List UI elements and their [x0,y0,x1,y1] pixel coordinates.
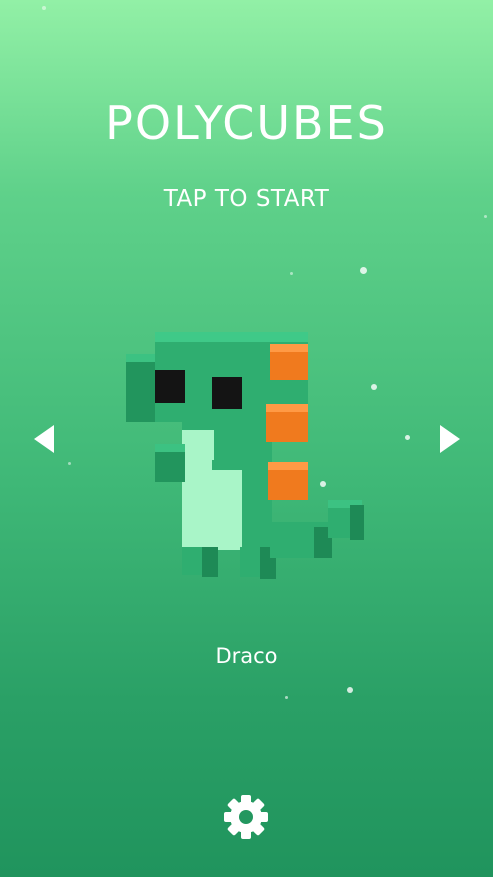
tap-to-start-button[interactable]: TAP TO START [0,186,493,212]
sparkle [360,267,367,274]
triangle-right-icon[interactable] [436,422,464,456]
game-title: POLYCUBES [105,96,388,150]
sparkle [285,696,288,699]
pixel-dinosaur-icon[interactable] [118,322,378,592]
sparkle [347,687,353,693]
triangle-left-icon[interactable] [30,422,58,456]
sparkle [68,462,71,465]
gear-icon[interactable] [222,793,270,841]
sparkle [290,272,293,275]
sparkle [405,435,410,440]
sparkle [484,215,487,218]
character-name: Draco [215,644,278,668]
sparkle [42,6,46,10]
